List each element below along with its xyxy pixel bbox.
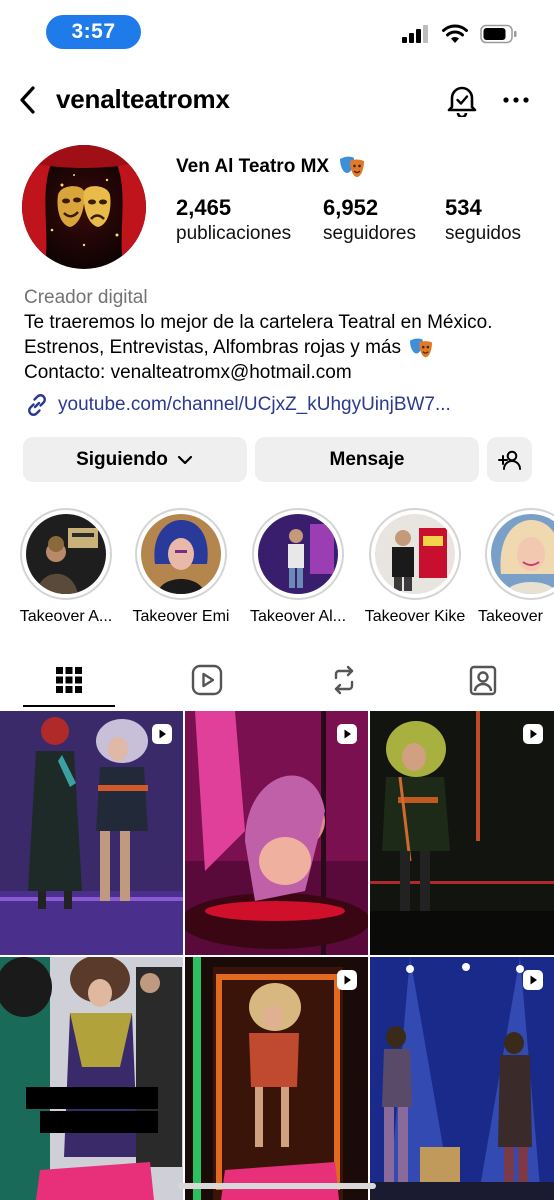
message-button[interactable]: Mensaje bbox=[255, 437, 479, 482]
highlight-ring bbox=[485, 508, 554, 600]
highlight-thumbnail bbox=[26, 514, 106, 594]
display-name-row: Ven Al Teatro MX bbox=[176, 155, 365, 179]
post-thumbnail[interactable] bbox=[0, 957, 183, 1200]
posts-label: publicaciones bbox=[176, 223, 292, 244]
following-button[interactable]: Siguiendo bbox=[23, 437, 247, 482]
bio-line-2: Estrenos, Entrevistas, Alfombras rojas y… bbox=[24, 337, 401, 358]
post-thumbnail[interactable] bbox=[0, 711, 183, 955]
highlight-label: Takeover bbox=[478, 608, 543, 625]
highlight-item[interactable]: Takeover Emi bbox=[126, 508, 236, 626]
add-person-icon bbox=[497, 450, 521, 470]
tab-reposts[interactable] bbox=[298, 652, 390, 708]
highlight-thumbnail bbox=[258, 514, 338, 594]
followers-label: seguidores bbox=[323, 223, 416, 244]
posts-grid bbox=[0, 711, 554, 1200]
repost-icon bbox=[334, 665, 354, 695]
bio-line-3: Contacto: venalteatromx@hotmail.com bbox=[24, 362, 352, 383]
highlight-item[interactable]: Takeover bbox=[476, 508, 554, 626]
stat-posts[interactable]: 2,465 publicaciones bbox=[176, 195, 291, 245]
back-button[interactable] bbox=[8, 80, 48, 120]
profile-category: Creador digital bbox=[24, 287, 148, 308]
highlight-thumbnail bbox=[375, 514, 455, 594]
profile-username: venalteatromx bbox=[56, 84, 230, 114]
chevron-down-icon bbox=[177, 455, 193, 464]
reel-icon bbox=[523, 970, 543, 990]
highlight-item[interactable]: Takeover A... bbox=[11, 508, 121, 626]
bell-check-icon bbox=[447, 86, 477, 117]
following-label: Siguiendo bbox=[76, 448, 168, 470]
highlight-item[interactable]: Takeover Al... bbox=[243, 508, 353, 626]
notifications-button[interactable] bbox=[442, 78, 482, 122]
more-horizontal-icon bbox=[503, 97, 529, 103]
profile-header: venalteatromx bbox=[0, 72, 554, 128]
highlight-ring bbox=[369, 508, 461, 600]
suggested-people-button[interactable] bbox=[487, 437, 532, 482]
highlight-thumbnail bbox=[491, 514, 554, 594]
more-options-button[interactable] bbox=[496, 78, 536, 122]
status-icons bbox=[402, 24, 518, 44]
status-bar: 3:57 bbox=[0, 0, 554, 62]
profile-tabs bbox=[0, 652, 554, 708]
highlight-ring bbox=[20, 508, 112, 600]
reel-icon bbox=[523, 724, 543, 744]
posts-count: 2,465 bbox=[176, 195, 232, 220]
wifi-icon bbox=[442, 24, 468, 43]
link-icon bbox=[28, 394, 46, 416]
active-tab-indicator bbox=[23, 705, 115, 707]
battery-icon bbox=[480, 24, 517, 44]
post-thumbnail[interactable] bbox=[370, 711, 554, 955]
profile-bio: Creador digital Te traeremos lo mejor de… bbox=[24, 285, 544, 385]
following-count: 534 bbox=[445, 195, 482, 220]
highlight-label: Takeover Kike bbox=[364, 608, 466, 625]
grid-icon bbox=[56, 667, 82, 693]
stat-following[interactable]: 534 seguidos bbox=[445, 195, 521, 245]
tab-grid[interactable] bbox=[23, 652, 115, 708]
chevron-left-icon bbox=[20, 86, 35, 114]
reel-icon bbox=[337, 970, 357, 990]
performing-arts-masks-icon bbox=[340, 156, 365, 177]
reel-icon bbox=[152, 724, 172, 744]
following-label: seguidos bbox=[445, 223, 522, 244]
theatre-masks-logo bbox=[22, 145, 146, 269]
display-name: Ven Al Teatro MX bbox=[176, 156, 330, 177]
highlight-thumbnail bbox=[141, 514, 221, 594]
profile-link-text: youtube.com/channel/UCjxZ_kUhgyUinjBW7..… bbox=[58, 394, 451, 415]
home-indicator[interactable] bbox=[178, 1183, 376, 1189]
post-thumbnail[interactable] bbox=[185, 711, 368, 955]
bio-line-2-row: Estrenos, Entrevistas, Alfombras rojas y… bbox=[24, 335, 544, 360]
highlight-label: Takeover Al... bbox=[249, 608, 347, 625]
reel-icon bbox=[337, 724, 357, 744]
cellular-signal-icon bbox=[402, 25, 428, 43]
highlight-ring bbox=[135, 508, 227, 600]
tab-tagged[interactable] bbox=[437, 652, 529, 708]
tagged-person-icon bbox=[469, 665, 497, 696]
status-time: 3:57 bbox=[46, 15, 141, 49]
followers-count: 6,952 bbox=[323, 195, 379, 220]
highlight-label: Takeover A... bbox=[19, 608, 113, 625]
tab-reels[interactable] bbox=[161, 652, 253, 708]
highlight-item[interactable]: Takeover Kike bbox=[360, 508, 470, 626]
message-label: Mensaje bbox=[329, 448, 405, 470]
highlight-ring bbox=[252, 508, 344, 600]
stat-followers[interactable]: 6,952 seguidores bbox=[323, 195, 416, 245]
post-thumbnail[interactable] bbox=[185, 957, 368, 1200]
performing-arts-masks-icon bbox=[409, 337, 432, 357]
bio-line-1: Te traeremos lo mejor de la cartelera Te… bbox=[24, 312, 493, 333]
profile-avatar[interactable] bbox=[22, 145, 146, 269]
profile-link[interactable]: youtube.com/channel/UCjxZ_kUhgyUinjBW7..… bbox=[24, 392, 451, 418]
post-thumbnail[interactable] bbox=[370, 957, 554, 1200]
reels-icon bbox=[191, 664, 223, 696]
highlight-label: Takeover Emi bbox=[132, 608, 230, 625]
